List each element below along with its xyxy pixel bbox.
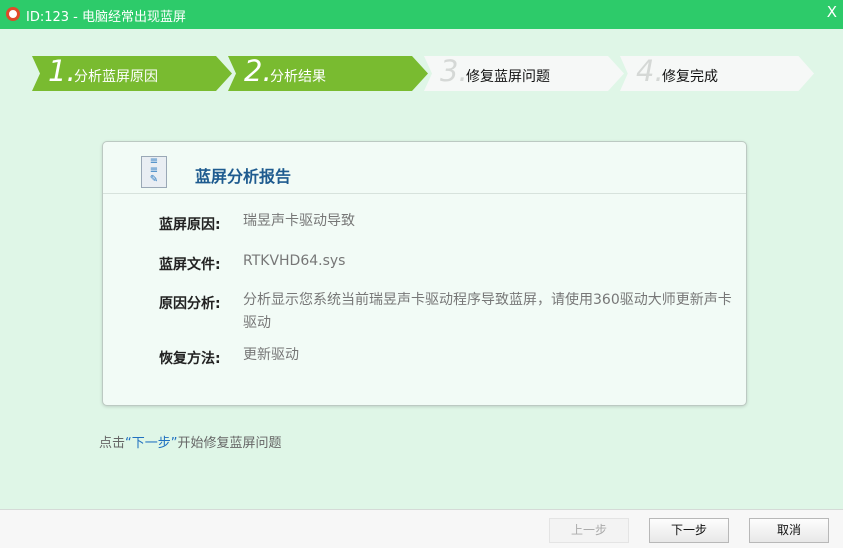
step-number: 4.	[636, 54, 664, 88]
report-title: 蓝屏分析报告	[195, 167, 292, 186]
document-edit-icon: ≡ ≡ ✎	[141, 156, 167, 188]
prev-button[interactable]: 上一步	[549, 518, 629, 543]
row-key: 恢复方法:	[159, 351, 221, 367]
step-3: 3. 修复蓝屏问题	[424, 56, 624, 91]
row-key: 蓝屏原因:	[159, 217, 221, 233]
title-bar: ID:123 - 电脑经常出现蓝屏 X	[0, 0, 843, 29]
step-label: 修复完成	[662, 69, 718, 85]
row-value: 瑞昱声卡驱动导致	[243, 213, 355, 229]
cancel-button[interactable]: 取消	[749, 518, 829, 543]
app-logo-icon	[6, 7, 20, 21]
row-key: 蓝屏文件:	[159, 257, 221, 273]
hint-next-quote: “下一步”	[125, 436, 178, 451]
step-label: 分析结果	[270, 69, 326, 85]
hint-pre: 点击	[99, 436, 126, 451]
step-number: 2.	[244, 54, 272, 88]
next-button[interactable]: 下一步	[649, 518, 729, 543]
window-title: ID:123 - 电脑经常出现蓝屏	[26, 10, 186, 25]
footer: 上一步 下一步 取消	[0, 509, 843, 548]
step-number: 3.	[440, 54, 468, 88]
row-value: RTKVHD64.sys	[243, 253, 346, 269]
hint-post: 开始修复蓝屏问题	[177, 436, 282, 451]
report-card: ≡ ≡ ✎ 蓝屏分析报告 蓝屏原因: 瑞昱声卡驱动导致 蓝屏文件: RTKVHD64.s…	[102, 141, 747, 406]
step-label: 修复蓝屏问题	[466, 69, 550, 85]
hint-text: 点击“下一步”开始修复蓝屏问题	[99, 432, 282, 451]
row-value: 更新驱动	[243, 347, 299, 363]
close-button[interactable]: X	[827, 3, 837, 21]
row-value: 分析显示您系统当前瑞昱声卡驱动程序导致蓝屏，请使用360驱动大师更新声卡驱动	[243, 292, 732, 331]
step-1: 1. 分析蓝屏原因	[32, 56, 232, 91]
row-key: 原因分析:	[159, 296, 221, 312]
step-label: 分析蓝屏原因	[74, 69, 158, 85]
step-2: 2. 分析结果	[228, 56, 428, 91]
step-number: 1.	[48, 54, 76, 88]
step-4: 4. 修复完成	[620, 56, 814, 91]
